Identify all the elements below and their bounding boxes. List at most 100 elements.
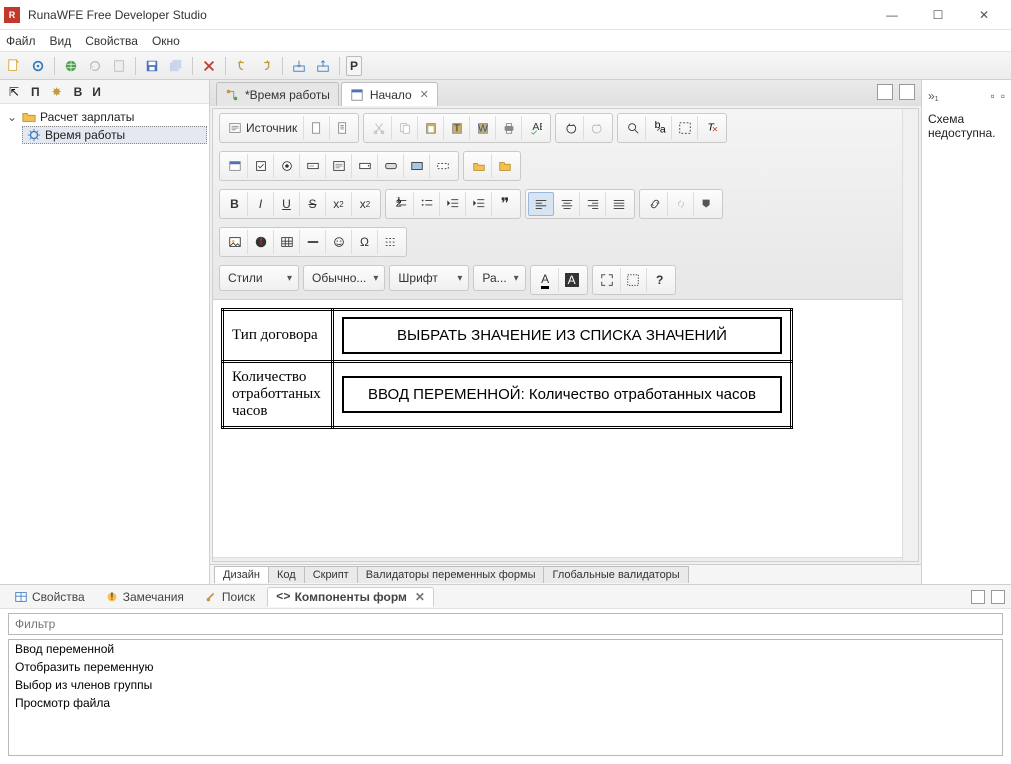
bgcolor-icon[interactable]: A bbox=[559, 268, 585, 292]
outdent-icon[interactable] bbox=[440, 192, 466, 216]
row2-value[interactable]: ВВОД ПЕРЕМЕННОЙ: Количество отработанных… bbox=[342, 376, 782, 413]
specialchar-icon[interactable]: Ω bbox=[352, 230, 378, 254]
print-icon[interactable] bbox=[496, 116, 522, 140]
source-button[interactable]: Источник bbox=[222, 116, 304, 140]
form-icon-btn[interactable] bbox=[222, 154, 248, 178]
undo-editor-icon[interactable] bbox=[558, 116, 584, 140]
copy-icon[interactable] bbox=[392, 116, 418, 140]
undo-icon[interactable] bbox=[232, 56, 252, 76]
underline-icon[interactable]: U bbox=[274, 192, 300, 216]
filter-input[interactable] bbox=[8, 613, 1003, 635]
redo-editor-icon[interactable] bbox=[584, 116, 610, 140]
menu-window[interactable]: Окно bbox=[152, 34, 180, 48]
list-item[interactable]: Ввод переменной bbox=[9, 640, 1002, 658]
bottom-tab-components[interactable]: <>Компоненты форм✕ bbox=[267, 587, 434, 607]
import-icon[interactable] bbox=[289, 56, 309, 76]
rp-min[interactable]: ▫ bbox=[990, 89, 994, 103]
replace-icon[interactable]: ba bbox=[646, 116, 672, 140]
close-tab-icon[interactable]: ✕ bbox=[420, 88, 429, 101]
styles-combo[interactable]: Стили bbox=[219, 265, 299, 291]
tab-design[interactable]: Дизайн bbox=[214, 566, 269, 583]
textcolor-icon[interactable]: A bbox=[533, 268, 559, 292]
bottom-tab-search[interactable]: Поиск bbox=[196, 588, 263, 606]
numlist-icon[interactable]: 12 bbox=[388, 192, 414, 216]
editor-scrollbar[interactable] bbox=[902, 109, 918, 561]
maximize-button[interactable]: ☐ bbox=[915, 0, 961, 30]
menu-file[interactable]: Файл bbox=[6, 34, 36, 48]
export-icon[interactable] bbox=[313, 56, 333, 76]
editor-tab-start[interactable]: Начало ✕ bbox=[341, 82, 438, 106]
refresh-icon[interactable] bbox=[85, 56, 105, 76]
strike-icon[interactable]: S bbox=[300, 192, 326, 216]
anchor-icon[interactable] bbox=[694, 192, 720, 216]
align-right-icon[interactable] bbox=[580, 192, 606, 216]
close-bottomtab-icon[interactable]: ✕ bbox=[415, 590, 425, 604]
list-item[interactable]: Отобразить переменную bbox=[9, 658, 1002, 676]
menu-properties[interactable]: Свойства bbox=[85, 34, 138, 48]
bottom-tab-properties[interactable]: Свойства bbox=[6, 588, 93, 606]
doc-icon[interactable] bbox=[109, 56, 129, 76]
tab-code[interactable]: Код bbox=[268, 566, 305, 583]
image-icon[interactable] bbox=[222, 230, 248, 254]
hr-icon[interactable] bbox=[300, 230, 326, 254]
tab-formvalidators[interactable]: Валидаторы переменных формы bbox=[357, 566, 545, 583]
row1-value[interactable]: ВЫБРАТЬ ЗНАЧЕНИЕ ИЗ СПИСКА ЗНАЧЕНИЙ bbox=[342, 317, 782, 354]
textarea-icon[interactable] bbox=[326, 154, 352, 178]
lp-i[interactable]: И bbox=[89, 82, 104, 102]
p-button[interactable]: P bbox=[346, 56, 362, 76]
align-justify-icon[interactable] bbox=[606, 192, 632, 216]
outline-tab[interactable]: »₁ bbox=[928, 89, 939, 103]
tab-script[interactable]: Скрипт bbox=[304, 566, 358, 583]
checkbox-icon[interactable] bbox=[248, 154, 274, 178]
list-item[interactable]: Просмотр файла bbox=[9, 694, 1002, 712]
bullist-icon[interactable] bbox=[414, 192, 440, 216]
table-icon[interactable] bbox=[274, 230, 300, 254]
paste-word-icon[interactable]: W bbox=[470, 116, 496, 140]
format-combo[interactable]: Обычно... bbox=[303, 265, 385, 291]
size-combo[interactable]: Ра... bbox=[473, 265, 525, 291]
cut-icon[interactable] bbox=[366, 116, 392, 140]
align-left-icon[interactable] bbox=[528, 192, 554, 216]
bp-min-icon[interactable] bbox=[971, 590, 985, 604]
italic-icon[interactable]: I bbox=[248, 192, 274, 216]
lp-v[interactable]: В bbox=[71, 82, 86, 102]
select-icon[interactable] bbox=[352, 154, 378, 178]
menu-view[interactable]: Вид bbox=[50, 34, 72, 48]
components-list[interactable]: Ввод переменной Отобразить переменную Вы… bbox=[8, 639, 1003, 756]
hidden-icon[interactable] bbox=[430, 154, 456, 178]
tree-node[interactable]: Время работы bbox=[22, 126, 207, 144]
smiley-icon[interactable] bbox=[326, 230, 352, 254]
paste-text-icon[interactable]: T bbox=[444, 116, 470, 140]
close-button[interactable]: ✕ bbox=[961, 0, 1007, 30]
button-icon[interactable] bbox=[378, 154, 404, 178]
spellcheck-icon[interactable]: ABC bbox=[522, 116, 548, 140]
new-icon[interactable] bbox=[4, 56, 24, 76]
redo-icon[interactable] bbox=[256, 56, 276, 76]
editor-tab-worktime[interactable]: *Время работы bbox=[216, 82, 339, 106]
list-item[interactable]: Выбор из членов группы bbox=[9, 676, 1002, 694]
align-center-icon[interactable] bbox=[554, 192, 580, 216]
expand-icon[interactable]: ⌄ bbox=[6, 110, 18, 124]
selectall-icon[interactable] bbox=[672, 116, 698, 140]
unlink-icon[interactable] bbox=[668, 192, 694, 216]
editor-content[interactable]: Тип договора ВЫБРАТЬ ЗНАЧЕНИЕ ИЗ СПИСКА … bbox=[213, 300, 902, 557]
minimize-button[interactable]: ― bbox=[869, 0, 915, 30]
tab-globalvalidators[interactable]: Глобальные валидаторы bbox=[543, 566, 688, 583]
lp-p[interactable]: П bbox=[28, 82, 43, 102]
save-icon[interactable] bbox=[142, 56, 162, 76]
bold-icon[interactable]: B bbox=[222, 192, 248, 216]
save-all-icon[interactable] bbox=[166, 56, 186, 76]
help-icon[interactable]: ? bbox=[647, 268, 673, 292]
showblocks-icon[interactable] bbox=[621, 268, 647, 292]
font-combo[interactable]: Шрифт bbox=[389, 265, 469, 291]
minimize-view-icon[interactable] bbox=[877, 84, 893, 100]
imagebtn-icon[interactable] bbox=[404, 154, 430, 178]
indent-icon[interactable] bbox=[466, 192, 492, 216]
pagebreak-icon[interactable] bbox=[378, 230, 404, 254]
maximize-view-icon[interactable] bbox=[899, 84, 915, 100]
link-icon[interactable] bbox=[642, 192, 668, 216]
folder-open-icon[interactable] bbox=[466, 154, 492, 178]
tree-root[interactable]: ⌄ Расчет зарплаты bbox=[2, 108, 207, 126]
delete-icon[interactable] bbox=[199, 56, 219, 76]
rp-max[interactable]: ▫ bbox=[1001, 89, 1005, 103]
